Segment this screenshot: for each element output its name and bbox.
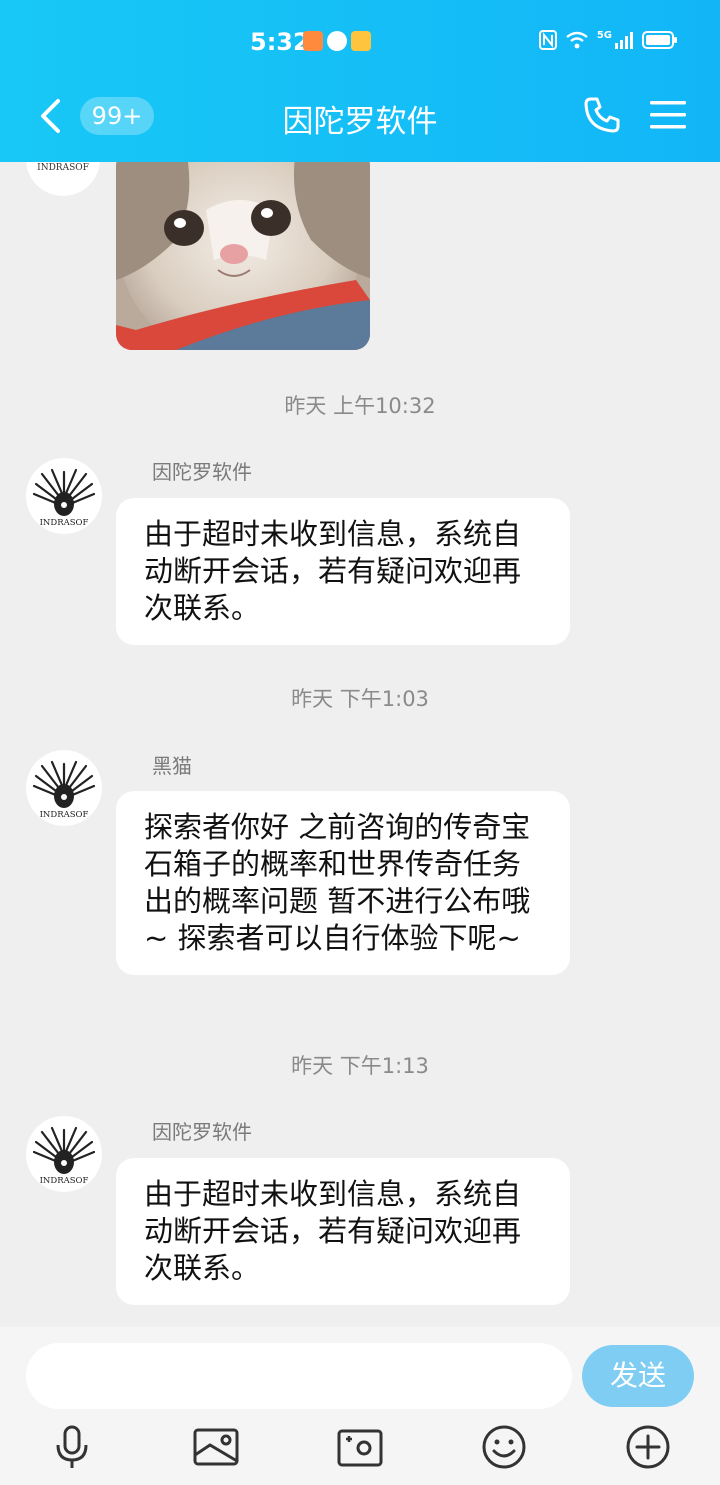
message-input[interactable] xyxy=(26,1343,572,1409)
message-bubble[interactable]: 由于超时未收到信息，系统自动断开会话，若有疑问欢迎再次联系。 xyxy=(116,1158,570,1305)
emoji-icon[interactable] xyxy=(480,1423,528,1471)
status-indicators: 5G xyxy=(538,30,678,50)
chat-header: 5:32 5G 99+ 因陀罗软件 xyxy=(0,0,720,162)
status-time: 5:32 xyxy=(250,28,310,56)
timestamp: 昨天 下午1:13 xyxy=(291,1054,429,1078)
microphone-icon[interactable] xyxy=(48,1423,96,1471)
menu-icon[interactable] xyxy=(650,99,686,131)
send-button[interactable]: 发送 xyxy=(582,1345,694,1407)
timestamp: 昨天 上午10:32 xyxy=(284,394,436,418)
wifi-icon xyxy=(566,31,588,49)
notification-icons xyxy=(303,31,371,51)
svg-text:INDRASOF: INDRASOF xyxy=(40,518,89,528)
network-type-label: 5G xyxy=(596,30,612,41)
sender-name: 因陀罗软件 xyxy=(152,1120,252,1144)
phone-icon[interactable] xyxy=(583,96,621,134)
composer-toolbar xyxy=(0,1423,720,1473)
plus-icon[interactable] xyxy=(624,1423,672,1471)
avatar[interactable]: INDRASOF xyxy=(26,1116,102,1192)
message-bubble[interactable]: 由于超时未收到信息，系统自动断开会话，若有疑问欢迎再次联系。 xyxy=(116,498,570,645)
cat-sticker-image[interactable] xyxy=(116,162,370,350)
avatar[interactable]: INDRASOF xyxy=(26,458,102,534)
nfc-icon xyxy=(538,30,557,50)
message-list[interactable]: INDRASOF 昨天 上午10:32 INDRASOF 因陀罗软件 由于超时未… xyxy=(0,162,720,1327)
game-notification-icon xyxy=(303,31,323,51)
image-icon[interactable] xyxy=(192,1423,240,1471)
message-notification-icon xyxy=(327,31,347,51)
sender-name: 黑猫 xyxy=(152,754,192,778)
timestamp: 昨天 下午1:03 xyxy=(291,687,429,711)
avatar[interactable]: INDRASOF xyxy=(26,162,100,196)
status-bar: 5:32 5G xyxy=(0,0,720,80)
svg-text:INDRASOF: INDRASOF xyxy=(40,810,89,820)
svg-text:INDRASOF: INDRASOF xyxy=(40,1176,89,1186)
avatar[interactable]: INDRASOF xyxy=(26,750,102,826)
battery-icon xyxy=(642,31,677,49)
message-bubble[interactable]: 探索者你好 之前咨询的传奇宝石箱子的概率和世界传奇任务出的概率问题 暂不进行公布… xyxy=(116,791,570,975)
mail-notification-icon xyxy=(351,31,371,51)
camera-icon[interactable] xyxy=(336,1423,384,1471)
composer-bar: 发送 xyxy=(0,1327,720,1485)
sender-name: 因陀罗软件 xyxy=(152,460,252,484)
svg-text:INDRASOF: INDRASOF xyxy=(37,163,89,173)
signal-icon xyxy=(615,32,633,49)
